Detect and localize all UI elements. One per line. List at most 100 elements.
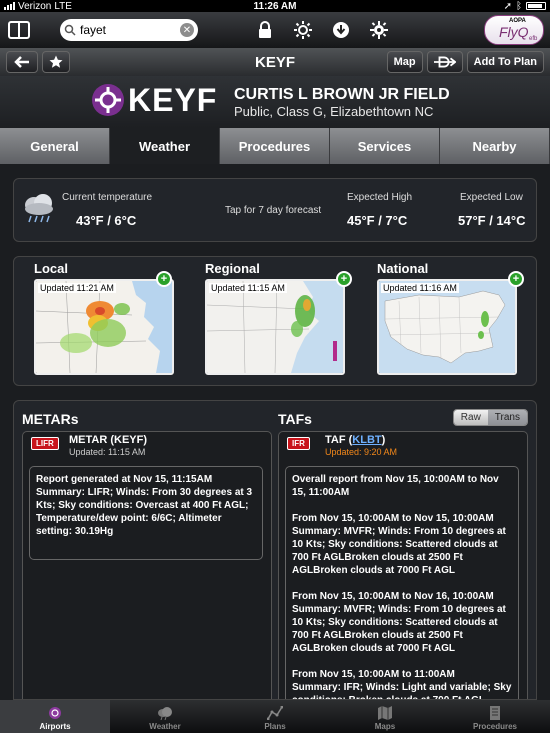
airport-details: Public, Class G, Elizabethtown NC [234,104,434,119]
bluetooth-icon: ᛒ [516,0,522,12]
bottom-tab-plans[interactable]: Plans [220,700,330,733]
tab-nearby[interactable]: Nearby [440,128,550,164]
arrow-left-icon [14,56,29,68]
search-icon [64,24,76,36]
download-button[interactable] [328,17,354,43]
expected-low-value: 57°F / 14°C [458,213,526,228]
clear-search-icon[interactable]: ✕ [180,23,194,37]
taf-updated: Updated: 9:20 AM [325,447,398,457]
logo-efb: efb [529,36,538,42]
metar-report-text: Report generated at Nov 15, 11:15AM Summ… [29,466,263,560]
airport-name: CURTIS L BROWN JR FIELD [234,86,450,103]
bottom-tab-airports-label: Airports [39,722,71,731]
bottom-tab-maps[interactable]: Maps [330,700,440,733]
add-local-map-icon[interactable]: + [156,271,172,287]
map-button[interactable]: Map [386,51,423,73]
bottom-tab-maps-label: Maps [374,722,396,731]
current-temp-label: Current temperature [62,192,153,203]
direct-to-icon [433,56,456,68]
map-title-regional: Regional [205,261,260,276]
taf-report-box: IFR TAF (KLBT) Updated: 9:20 AM Overall … [278,431,528,699]
bottom-tab-plans-label: Plans [264,722,286,731]
map-updated-national: Updated 11:16 AM [381,283,459,293]
tab-weather[interactable]: Weather [110,128,220,164]
favorite-button[interactable] [42,51,70,73]
map-thumb-regional[interactable]: Updated 11:15 AM [205,279,345,375]
flyq-logo: AOPA FlyQ efb [484,15,544,45]
metar-updated: Updated: 11:15 AM [69,447,146,457]
split-view-icon [8,21,30,39]
add-national-map-icon[interactable]: + [508,271,524,287]
airport-tabs: General Weather Procedures Services Near… [0,128,550,164]
lock-icon [259,21,271,38]
map-updated-regional: Updated 11:15 AM [209,283,287,293]
trans-toggle-button[interactable]: Trans [487,410,527,425]
star-icon [49,55,63,68]
nav-bar: KEYF Map Add To Plan [0,48,550,76]
weather-summary[interactable]: Current temperature 43°F / 6°C Tap for 7… [13,178,537,242]
search-input[interactable] [80,23,180,37]
cloud-icon [158,707,172,720]
location-icon: ➚ [503,0,512,12]
current-temp-value: 43°F / 6°C [76,213,137,228]
expected-low-label: Expected Low [460,192,523,203]
tab-services[interactable]: Services [330,128,440,164]
brightness-button[interactable] [290,17,316,43]
taf-station-link[interactable]: KLBT [352,434,381,446]
metars-title: METARs [22,411,79,427]
download-icon [333,22,349,38]
bottom-tab-procedures[interactable]: Procedures [440,700,550,733]
back-button[interactable] [6,51,38,73]
map-icon [378,706,392,720]
logo-flyq: FlyQ [499,24,529,40]
tafs-title: TAFs [278,411,312,427]
tab-general[interactable]: General [0,128,110,164]
map-thumb-national[interactable]: Updated 11:16 AM [377,279,517,375]
taf-title-prefix: TAF ( [325,434,353,446]
gear-icon [370,21,388,39]
map-updated-local: Updated 11:21 AM [38,283,116,293]
settings-button[interactable] [366,17,392,43]
taf-title-suffix: ) [381,434,386,446]
airport-header: KEYF CURTIS L BROWN JR FIELD Public, Cla… [0,76,550,128]
expected-high-value: 45°F / 7°C [347,213,408,228]
map-national: National Updated 11:16 AM + [369,257,524,375]
taf-report-title: TAF (KLBT) [325,434,385,446]
brightness-icon [294,21,312,39]
bottom-tab-weather[interactable]: Weather [110,700,220,733]
map-title-local: Local [34,261,68,276]
map-thumb-local[interactable]: Updated 11:21 AM [34,279,174,375]
bottom-tab-airports[interactable]: Airports [0,700,110,733]
forecast-link[interactable]: Tap for 7 day forecast [225,205,321,216]
add-regional-map-icon[interactable]: + [336,271,352,287]
expected-high-label: Expected High [347,192,413,203]
local-radar-image [36,281,172,373]
airport-icon [92,84,124,116]
search-field[interactable]: ✕ [60,19,198,41]
bottom-tab-weather-label: Weather [149,722,181,731]
bottom-tab-procedures-label: Procedures [472,722,518,731]
metar-flight-category-badge: LIFR [31,437,59,450]
airport-code: KEYF [128,82,218,118]
split-view-button[interactable] [6,17,32,43]
raw-toggle-button[interactable]: Raw [453,410,488,425]
national-radar-image [379,281,515,373]
network-label: LTE [54,0,72,12]
metar-report-box: LIFR METAR (KEYF) Updated: 11:15 AM Repo… [22,431,272,699]
battery-icon [526,2,546,10]
carrier-label: Verizon [18,0,52,12]
map-regional: Regional Updated 11:15 AM + [197,257,352,375]
status-bar: Verizon LTE 11:26 AM ➚ ᛒ [0,0,550,12]
route-icon [267,706,283,720]
direct-to-button[interactable] [426,51,463,73]
airport-icon [49,707,61,719]
radar-maps-panel: Local Updated 11:21 AM + Regional Update… [13,256,537,386]
lock-button[interactable] [252,17,278,43]
bottom-tab-bar: Airports Weather Plans Maps Procedures [0,700,550,733]
taf-report-text[interactable]: Overall report from Nov 15, 10:00AM to N… [285,466,519,699]
clock: 11:26 AM [253,0,297,12]
taf-flight-category-badge: IFR [287,437,310,450]
tab-procedures[interactable]: Procedures [220,128,330,164]
map-title-national: National [377,261,429,276]
add-to-plan-button[interactable]: Add To Plan [466,51,544,73]
